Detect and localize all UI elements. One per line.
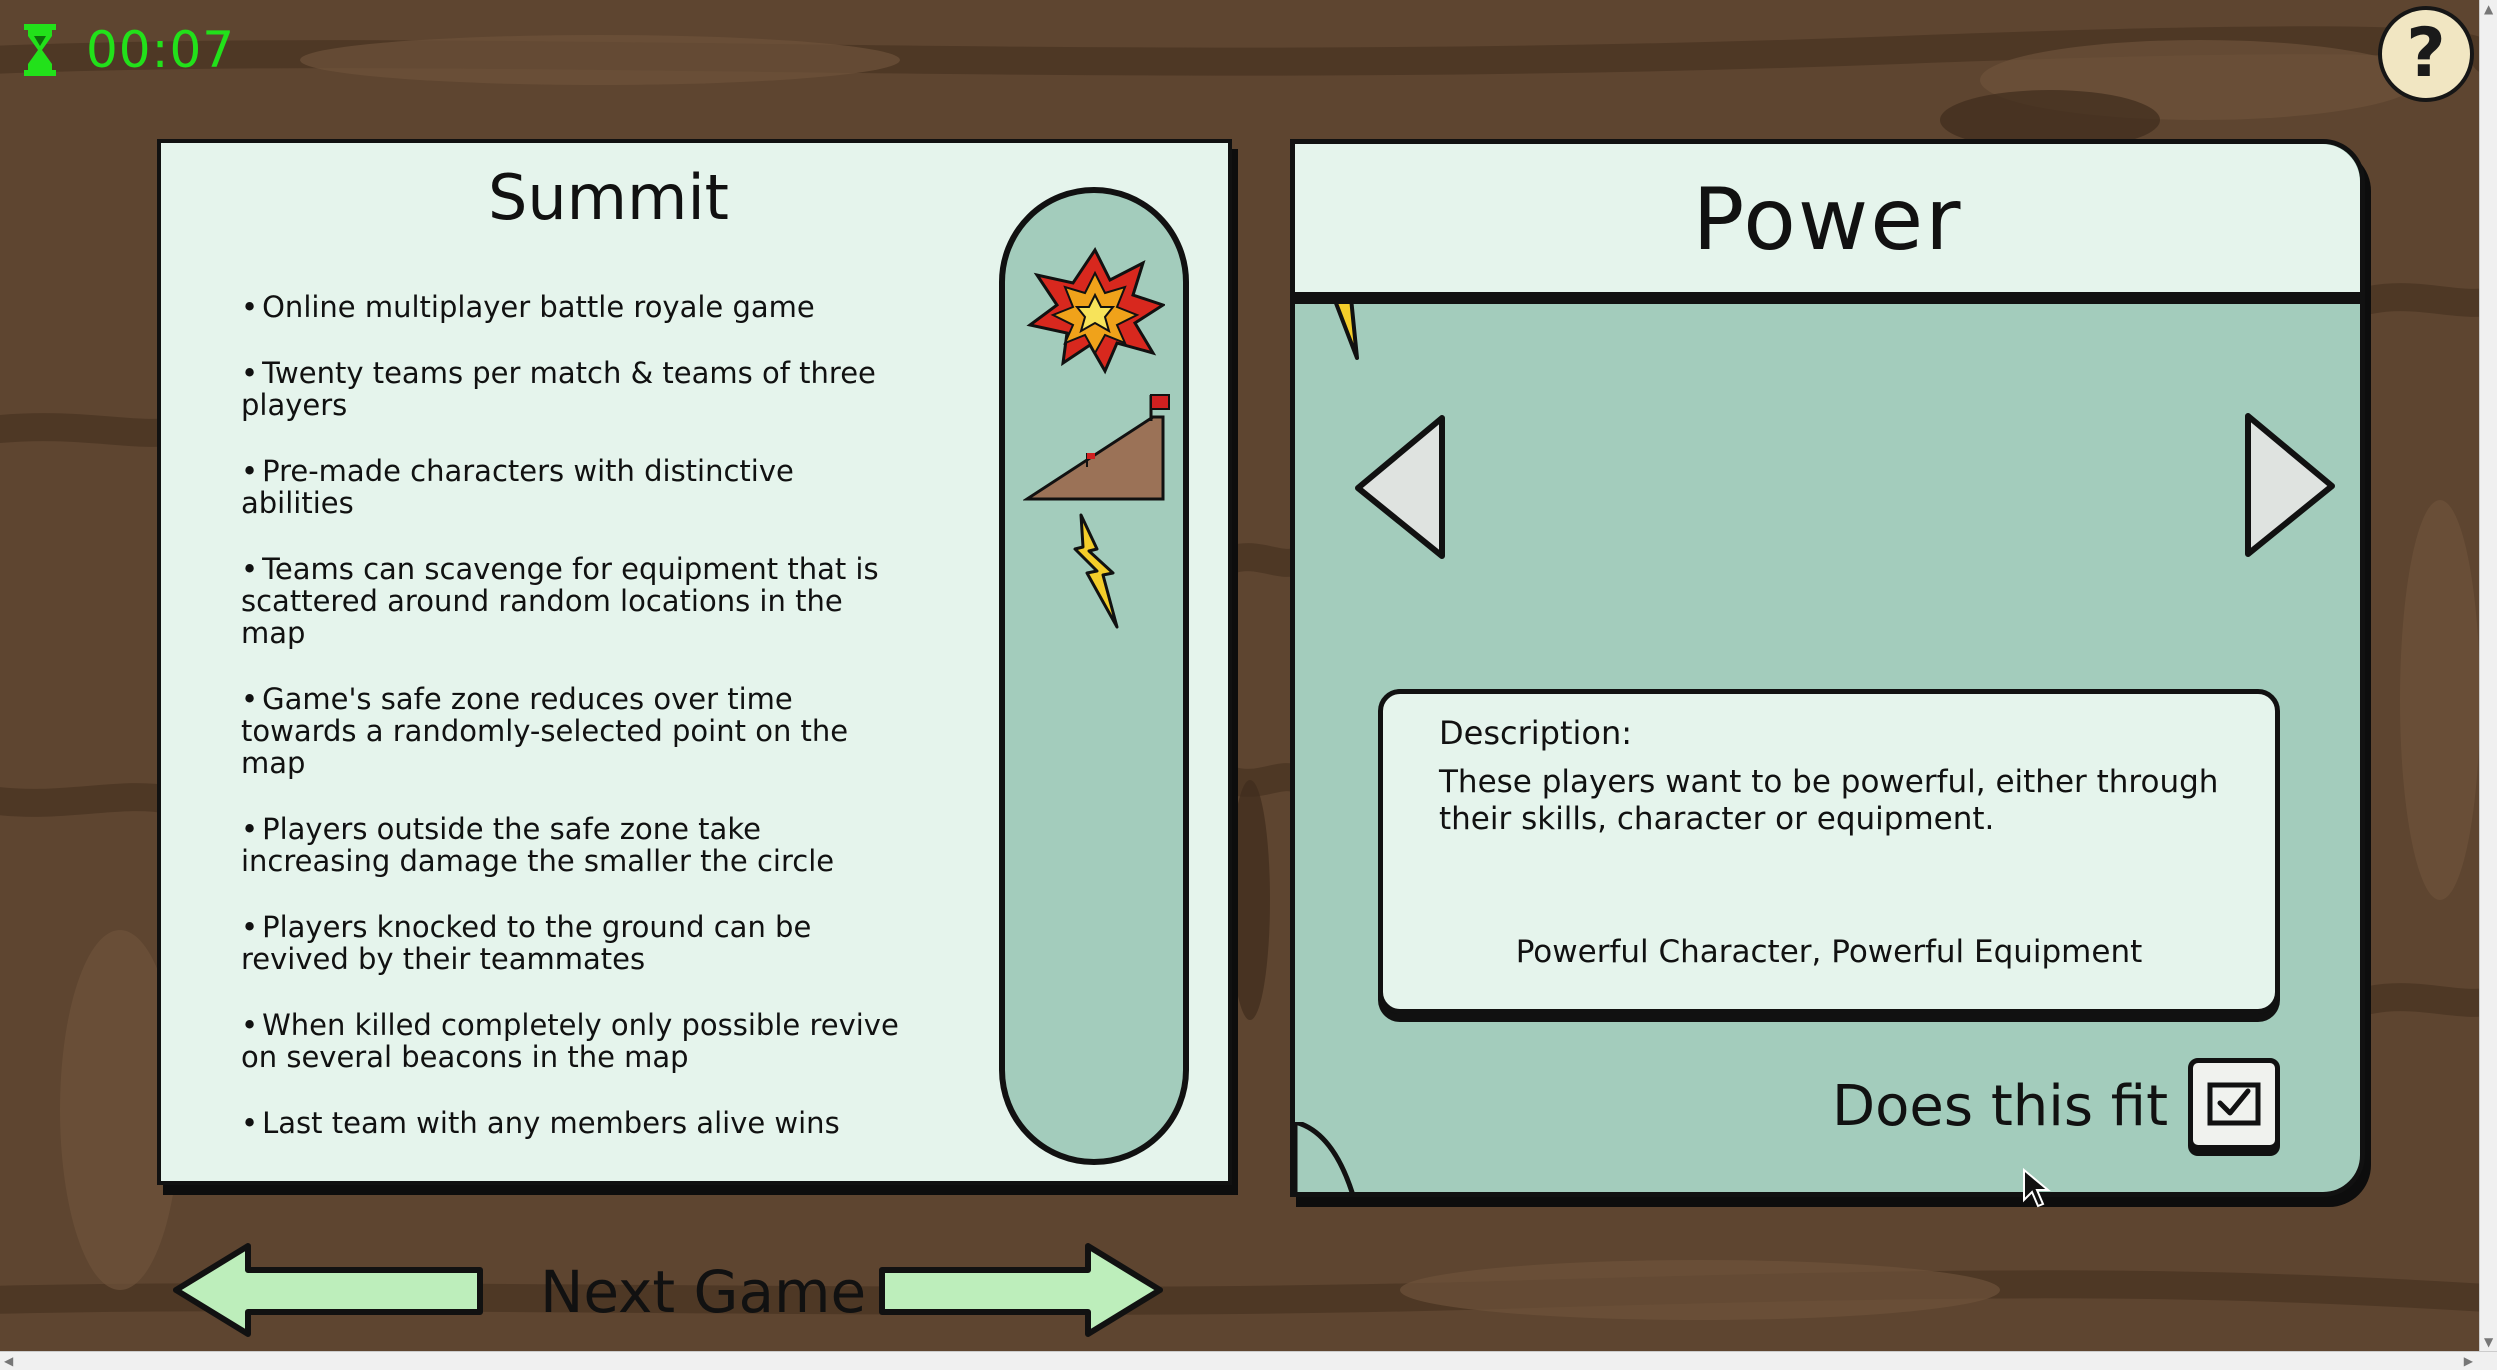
- list-item: Game's safe zone reduces over time towar…: [241, 683, 901, 779]
- description-tags: Powerful Character, Powerful Equipment: [1515, 934, 2143, 970]
- game-feature-list: Online multiplayer battle royale game Tw…: [241, 291, 901, 1173]
- list-item: Twenty teams per match & teams of three …: [241, 357, 901, 421]
- page-curl: [1295, 1122, 1355, 1192]
- help-question-icon: ?: [2406, 14, 2446, 93]
- game-title: Summit: [488, 161, 729, 234]
- timer: 00:07: [22, 18, 235, 82]
- scroll-left-icon[interactable]: ◀: [4, 1352, 13, 1370]
- fit-checkbox[interactable]: [2188, 1058, 2280, 1150]
- list-item: Online multiplayer battle royale game: [241, 291, 901, 323]
- list-item: Teams can scavenge for equipment that is…: [241, 553, 901, 649]
- motivation-header: Power: [1295, 144, 2360, 304]
- game-card: Summit Online multiplayer battle royale …: [157, 139, 1232, 1185]
- list-item: Players outside the safe zone take incre…: [241, 813, 901, 877]
- scroll-down-icon[interactable]: ▼: [2484, 1333, 2493, 1351]
- fit-label: Does this fit: [1832, 1074, 2169, 1139]
- description-text: These players want to be powerful, eithe…: [1439, 764, 2219, 837]
- list-item: Players knocked to the ground can be rev…: [241, 911, 901, 975]
- motivation-title: Power: [1692, 170, 1963, 270]
- next-game-button[interactable]: [876, 1240, 1166, 1340]
- motivation-icon-column: [999, 187, 1189, 1165]
- timer-value: 00:07: [86, 21, 236, 79]
- description-label: Description:: [1439, 714, 1633, 752]
- list-item: Last team with any members alive wins: [241, 1107, 901, 1139]
- description-box: Description: These players want to be po…: [1378, 689, 2280, 1014]
- previous-game-button[interactable]: [170, 1240, 490, 1340]
- list-item: Pre-made characters with distinctive abi…: [241, 455, 901, 519]
- mouse-cursor-icon: [2023, 1168, 2051, 1208]
- help-button[interactable]: ?: [2378, 6, 2474, 102]
- explosion-icon[interactable]: [1025, 245, 1165, 375]
- next-game-label: Next Game: [540, 1258, 867, 1326]
- scroll-up-icon[interactable]: ▲: [2484, 0, 2493, 18]
- hourglass-icon: [24, 24, 56, 76]
- previous-motivation-button[interactable]: [1350, 412, 1450, 562]
- horizontal-scrollbar[interactable]: ◀ ▶: [0, 1351, 2497, 1370]
- next-motivation-button[interactable]: [2240, 410, 2340, 560]
- checkmark-icon: [2207, 1082, 2261, 1126]
- list-item: When killed completely only possible rev…: [241, 1009, 901, 1073]
- scroll-right-icon[interactable]: ▶: [2464, 1352, 2473, 1370]
- vertical-scrollbar[interactable]: ▲ ▼: [2479, 0, 2497, 1351]
- motivation-card: Power Description: These players want to…: [1290, 139, 2365, 1197]
- summit-flag-icon[interactable]: [1023, 387, 1173, 507]
- lightning-icon[interactable]: [1067, 511, 1127, 631]
